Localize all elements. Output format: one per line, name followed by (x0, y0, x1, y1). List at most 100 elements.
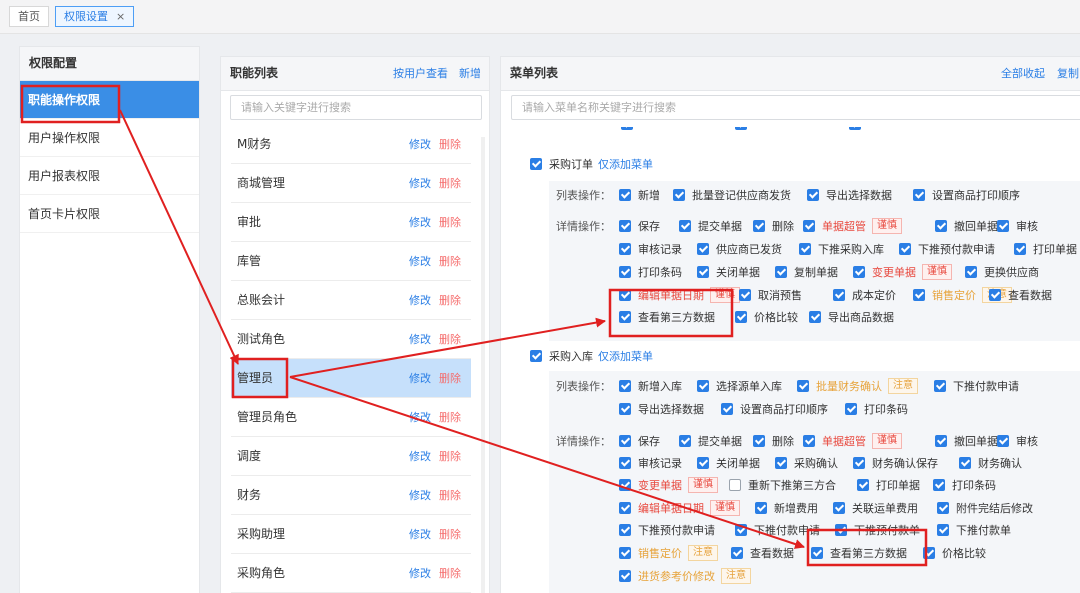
permission-node[interactable]: 下推预付款申请 (899, 241, 995, 257)
permission-node[interactable]: 打印条码 (933, 477, 996, 493)
checkbox-checked[interactable] (857, 479, 869, 491)
permission-node[interactable]: 设置商品打印顺序 (913, 187, 1020, 203)
permission-node[interactable]: 下推采购入库 (799, 241, 884, 257)
nav-role-operation[interactable]: 职能操作权限 (20, 81, 199, 119)
delete-role-link[interactable]: 删除 (439, 125, 461, 164)
permission-node[interactable]: 审核 (997, 433, 1038, 449)
checkbox-checked[interactable] (853, 457, 865, 469)
role-row[interactable]: 管理员角色 修改 删除 (231, 398, 471, 437)
checkbox-checked[interactable] (989, 289, 1001, 301)
permission-node[interactable]: 附件完结后修改 (937, 500, 1033, 516)
checkbox-checked[interactable] (731, 547, 743, 559)
permission-node[interactable]: 价格比较 (735, 309, 798, 325)
checkbox-checked[interactable] (735, 524, 747, 536)
checkbox-checked[interactable] (619, 311, 631, 323)
permission-node[interactable]: 关联运单费用 (833, 500, 918, 516)
role-row[interactable]: M财务 修改 删除 (231, 125, 471, 164)
permission-node[interactable]: 打印条码 (619, 264, 682, 280)
permission-node[interactable]: 批量登记供应商发货 (673, 187, 791, 203)
checkbox-checked[interactable] (679, 220, 691, 232)
permission-node[interactable]: 保存 (619, 433, 660, 449)
checkbox-checked[interactable] (619, 435, 631, 447)
permission-node[interactable]: 供应商已发货 (697, 241, 782, 257)
checkbox-checked[interactable] (619, 479, 631, 491)
permission-node[interactable]: 导出商品数据 (809, 309, 894, 325)
checkbox-unchecked[interactable] (729, 479, 741, 491)
permission-node[interactable]: 审核 (997, 218, 1038, 234)
menu-search-input[interactable]: 请输入菜单名称关键字进行搜索 (511, 95, 1080, 120)
permission-node[interactable]: 下推预付款单 (835, 522, 920, 538)
checkbox-checked[interactable] (619, 289, 631, 301)
checkbox-checked[interactable] (619, 547, 631, 559)
permission-node[interactable]: 打印单据 (857, 477, 920, 493)
checkbox-checked[interactable] (959, 457, 971, 469)
checkbox-checked[interactable] (697, 380, 709, 392)
checkbox-checked[interactable] (697, 243, 709, 255)
nav-user-operation[interactable]: 用户操作权限 (20, 119, 199, 157)
checkbox-checked[interactable] (530, 158, 542, 170)
checkbox-checked[interactable] (935, 220, 947, 232)
role-row[interactable]: 管理员 修改 删除 (231, 359, 471, 398)
checkbox-checked[interactable] (619, 457, 631, 469)
permission-node[interactable]: 设置商品打印顺序 (721, 401, 828, 417)
checkbox-checked[interactable] (845, 403, 857, 415)
permission-node[interactable]: 下推付款申请 (934, 378, 1019, 394)
permission-node[interactable]: 采购确认 (775, 455, 838, 471)
edit-role-link[interactable]: 修改 (409, 242, 431, 281)
checkbox-checked[interactable] (619, 266, 631, 278)
permission-node[interactable]: 批量财务确认 注意 (797, 378, 918, 394)
add-role-link[interactable]: 新增 (459, 57, 481, 90)
permission-node[interactable]: 打印单据 (1014, 241, 1077, 257)
permission-node[interactable]: 审核记录 (619, 241, 682, 257)
edit-role-link[interactable]: 修改 (409, 281, 431, 320)
checkbox[interactable] (621, 127, 633, 130)
permission-node[interactable]: 撤回单据 (935, 433, 998, 449)
role-row[interactable]: 商城管理 修改 删除 (231, 164, 471, 203)
permission-node[interactable]: 选择源单入库 (697, 378, 782, 394)
checkbox-checked[interactable] (835, 524, 847, 536)
permission-node[interactable]: 关闭单据 (697, 264, 760, 280)
role-search-input[interactable]: 请输入关键字进行搜索 (230, 95, 482, 120)
checkbox-checked[interactable] (739, 289, 751, 301)
edit-role-link[interactable]: 修改 (409, 320, 431, 359)
checkbox-checked[interactable] (775, 457, 787, 469)
permission-node[interactable]: 导出选择数据 (807, 187, 892, 203)
permission-node[interactable]: 采购订单 仅添加菜单 (530, 156, 653, 172)
permission-node[interactable]: 编辑单据日期 谨慎 (619, 287, 740, 303)
checkbox-checked[interactable] (619, 220, 631, 232)
permission-node[interactable]: 查看数据 (989, 287, 1052, 303)
checkbox-checked[interactable] (619, 502, 631, 514)
role-row[interactable]: 财务 修改 删除 (231, 476, 471, 515)
checkbox-checked[interactable] (937, 524, 949, 536)
edit-role-link[interactable]: 修改 (409, 125, 431, 164)
permission-node[interactable]: 删除 (753, 433, 794, 449)
checkbox-checked[interactable] (697, 266, 709, 278)
checkbox-checked[interactable] (833, 289, 845, 301)
delete-role-link[interactable]: 删除 (439, 203, 461, 242)
permission-node[interactable]: 删除 (753, 218, 794, 234)
checkbox-checked[interactable] (799, 243, 811, 255)
checkbox-checked[interactable] (935, 435, 947, 447)
nav-user-report[interactable]: 用户报表权限 (20, 157, 199, 195)
role-row[interactable]: 库管 修改 删除 (231, 242, 471, 281)
role-row[interactable]: 采购助理 修改 删除 (231, 515, 471, 554)
checkbox-checked[interactable] (679, 435, 691, 447)
checkbox-checked[interactable] (923, 547, 935, 559)
checkbox-checked[interactable] (619, 189, 631, 201)
permission-node[interactable]: 成本定价 (833, 287, 896, 303)
delete-role-link[interactable]: 删除 (439, 242, 461, 281)
permission-node[interactable]: 进货参考价修改 注意 (619, 568, 751, 584)
permission-node[interactable]: 更换供应商 (965, 264, 1039, 280)
permission-node[interactable]: 单据超管 谨慎 (803, 218, 902, 234)
checkbox-checked[interactable] (673, 189, 685, 201)
delete-role-link[interactable]: 删除 (439, 437, 461, 476)
permission-node[interactable]: 新增 (619, 187, 660, 203)
checkbox-checked[interactable] (753, 435, 765, 447)
permission-node[interactable]: 关闭单据 (697, 455, 760, 471)
edit-role-link[interactable]: 修改 (409, 203, 431, 242)
nav-home-card[interactable]: 首页卡片权限 (20, 195, 199, 233)
delete-role-link[interactable]: 删除 (439, 554, 461, 593)
checkbox-checked[interactable] (697, 457, 709, 469)
permission-node[interactable]: 审核记录 (619, 455, 682, 471)
delete-role-link[interactable]: 删除 (439, 164, 461, 203)
